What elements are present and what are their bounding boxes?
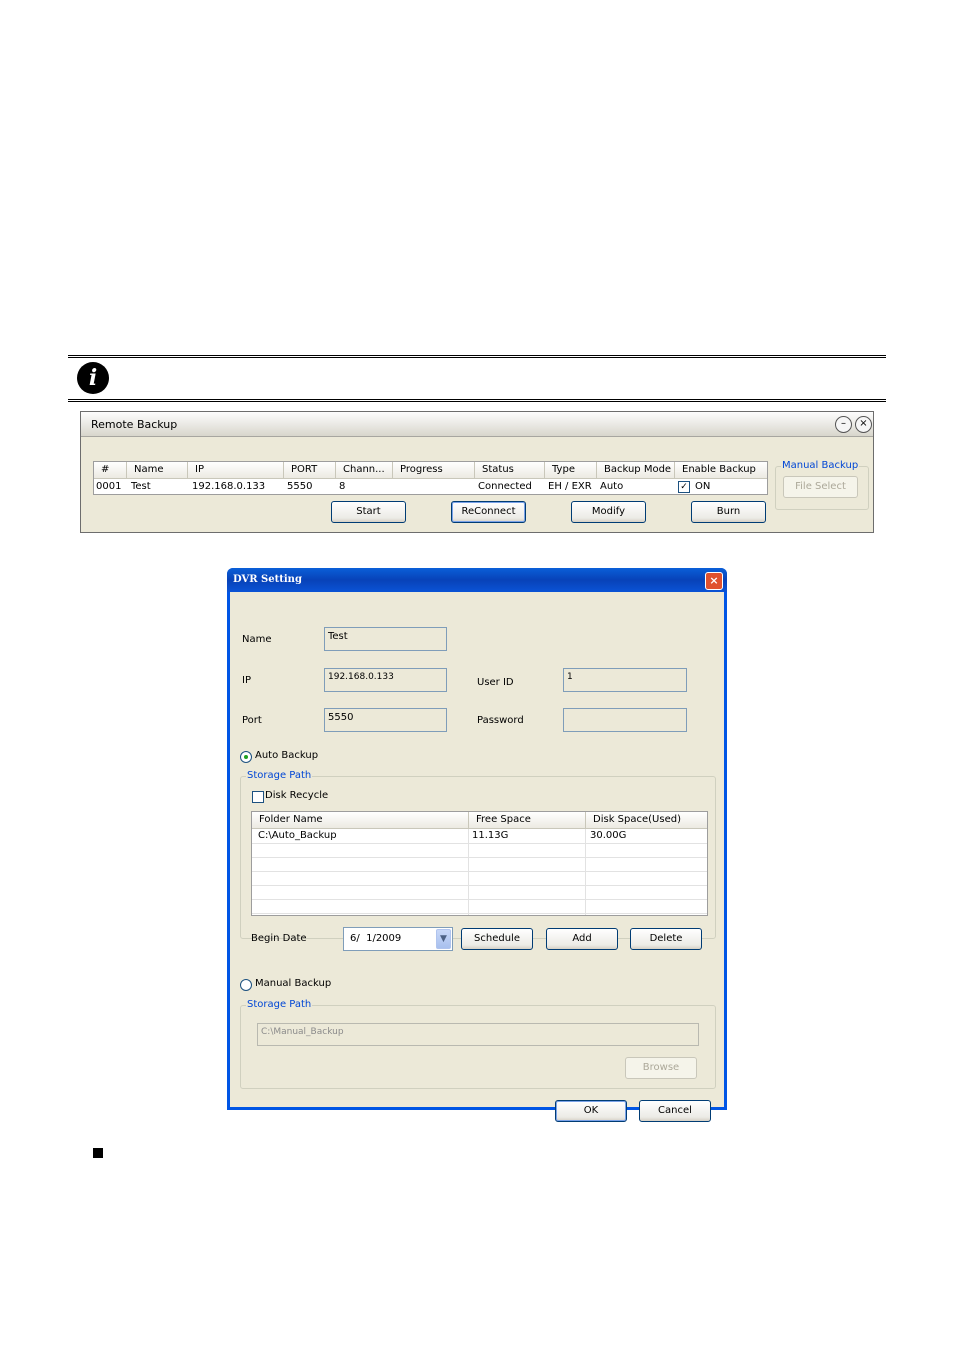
cell-channels: 8 — [339, 481, 346, 492]
column-header[interactable]: Folder Name — [252, 812, 469, 828]
dvr-list-table: # Name IP PORT Chann... Progress Status … — [93, 461, 768, 495]
cell-free-space: 11.13G — [472, 830, 509, 841]
reconnect-button[interactable]: ReConnect — [451, 501, 526, 523]
cell-ip: 192.168.0.133 — [192, 481, 266, 492]
dialog-body: Name Test IP 192.168.0.133 User ID 1 Por… — [230, 592, 724, 1122]
dialog-title: DVR Setting — [233, 574, 302, 585]
file-select-button[interactable]: File Select — [783, 476, 858, 498]
grid-line — [252, 885, 707, 886]
bullet-square — [93, 1148, 103, 1158]
column-header[interactable]: Chann... — [336, 462, 393, 478]
grid-line — [252, 899, 707, 900]
note-top-rule-2 — [68, 357, 886, 358]
grid-line — [252, 871, 707, 872]
cell-disk-space-used: 30.00G — [590, 830, 627, 841]
storage-table: Folder Name Free Space Disk Space(Used) … — [251, 811, 708, 916]
browse-button[interactable]: Browse — [625, 1057, 697, 1079]
note-bottom-rule-2 — [68, 401, 886, 402]
note-bottom-rule — [68, 399, 886, 400]
window-title: Remote Backup — [91, 418, 178, 431]
disk-recycle-label: Disk Recycle — [265, 790, 329, 801]
ip-label: IP — [242, 675, 251, 686]
column-header[interactable]: Type — [545, 462, 597, 478]
close-icon[interactable]: × — [855, 416, 872, 433]
grid-line — [252, 857, 707, 858]
auto-backup-radio[interactable] — [240, 751, 252, 763]
cell-name: Test — [131, 481, 151, 492]
column-header[interactable]: Status — [475, 462, 545, 478]
column-header[interactable]: IP — [188, 462, 284, 478]
cell-type: EH / EXR — [548, 481, 592, 492]
schedule-button[interactable]: Schedule — [461, 928, 533, 950]
column-header[interactable]: Backup Mode — [597, 462, 675, 478]
cancel-button[interactable]: Cancel — [639, 1100, 711, 1122]
burn-button[interactable]: Burn — [691, 501, 766, 523]
start-button[interactable]: Start — [331, 501, 406, 523]
column-header[interactable]: Enable Backup — [675, 462, 767, 478]
ok-button[interactable]: OK — [555, 1100, 627, 1122]
grid-line — [468, 829, 469, 915]
note-top-rule — [68, 355, 886, 356]
table-header: # Name IP PORT Chann... Progress Status … — [94, 462, 767, 479]
cell-progress — [394, 479, 396, 494]
column-header[interactable]: # — [94, 462, 127, 478]
delete-button[interactable]: Delete — [630, 928, 702, 950]
column-header[interactable]: Name — [127, 462, 188, 478]
storage-path-label: Storage Path — [246, 770, 313, 781]
dialog-titlebar: DVR Setting × — [227, 568, 727, 592]
port-field[interactable]: 5550 — [324, 708, 447, 732]
grid-line — [252, 913, 707, 914]
table-header: Folder Name Free Space Disk Space(Used) — [252, 812, 707, 829]
cell-port: 5550 — [287, 481, 313, 492]
chevron-down-icon[interactable]: ▼ — [436, 929, 451, 949]
minimize-icon[interactable]: – — [835, 416, 852, 433]
name-label: Name — [242, 634, 272, 645]
grid-line — [585, 829, 586, 915]
column-header[interactable]: Free Space — [469, 812, 586, 828]
remote-backup-titlebar: Remote Backup – × — [81, 412, 873, 437]
modify-button[interactable]: Modify — [571, 501, 646, 523]
column-header[interactable]: Progress — [393, 462, 475, 478]
add-button[interactable]: Add — [546, 928, 618, 950]
manual-path-field[interactable]: C:\Manual_Backup — [257, 1023, 699, 1046]
enable-backup-checkbox[interactable]: ✓ — [678, 481, 690, 493]
grid-line — [252, 843, 707, 844]
cell-backup-mode: Auto — [600, 481, 624, 492]
disk-recycle-checkbox[interactable] — [252, 791, 264, 803]
close-icon[interactable]: × — [705, 572, 723, 590]
column-header[interactable]: Disk Space(Used) — [586, 812, 707, 828]
cell-enable-backup: ON — [695, 481, 711, 492]
begin-date-picker[interactable]: 6/ 1/2009 ▼ — [343, 927, 453, 951]
name-field[interactable]: Test — [324, 627, 447, 651]
cell-number: 0001 — [96, 481, 122, 492]
cell-status: Connected — [478, 481, 532, 492]
manual-storage-path-label: Storage Path — [246, 999, 313, 1010]
column-header[interactable]: PORT — [284, 462, 336, 478]
user-id-field[interactable]: 1 — [563, 668, 687, 692]
port-label: Port — [242, 715, 262, 726]
auto-backup-label: Auto Backup — [255, 750, 319, 761]
info-icon: i — [77, 362, 109, 394]
remote-backup-window: Remote Backup – × # Name IP PORT Chann..… — [80, 411, 874, 533]
manual-backup-group-label: Manual Backup — [781, 460, 860, 471]
begin-date-value: 6/ 1/2009 — [350, 933, 402, 944]
dvr-setting-dialog: DVR Setting × Name Test IP 192.168.0.133… — [227, 568, 727, 1122]
manual-backup-label: Manual Backup — [255, 978, 332, 989]
begin-date-label: Begin Date — [251, 933, 307, 944]
cell-folder: C:\Auto_Backup — [258, 830, 337, 841]
password-label: Password — [477, 715, 524, 726]
password-field[interactable] — [563, 708, 687, 732]
ip-field[interactable]: 192.168.0.133 — [324, 668, 447, 692]
manual-backup-radio[interactable] — [240, 979, 252, 991]
user-id-label: User ID — [477, 677, 514, 688]
